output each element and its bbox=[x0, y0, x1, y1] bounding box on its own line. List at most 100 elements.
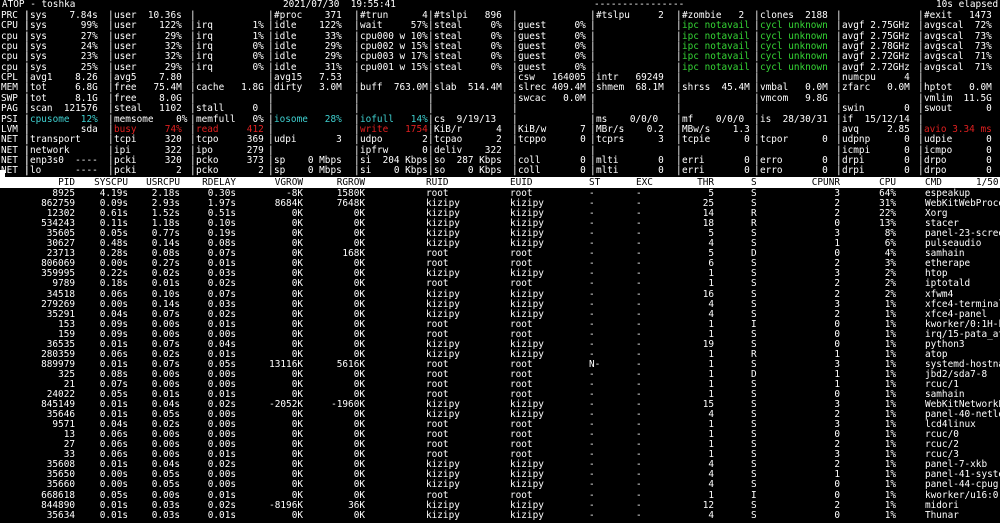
cell-pid: 23713 bbox=[46, 248, 75, 260]
cell-ruid: kizipy bbox=[426, 208, 460, 220]
column-header-cpunr[interactable]: CPUNR bbox=[790, 177, 840, 188]
table-row[interactable]: 9571 0.04s 0.02s 0.00s 0K 0K root root - - 1 S 3 1% lc… bbox=[0, 420, 1000, 430]
column-separator: | bbox=[24, 103, 30, 115]
table-row[interactable]: 24022 0.05s 0.01s 0.01s 0K 0K root root - - 1 S 0 1% s… bbox=[0, 389, 1000, 400]
table-row[interactable]: 33 0.06s 0.00s 0.01s 0K 0K root root - - 1 S 3 1% rcuc… bbox=[0, 449, 1000, 461]
cell-rdelay: 0.00s bbox=[207, 378, 236, 390]
cell-rdelay: 0.19s bbox=[207, 228, 236, 240]
table-row[interactable]: 280359 0.06s 0.02s 0.01s 0K 0K kizipy kizipy - - 1… bbox=[0, 349, 1000, 359]
column-header-s[interactable]: S bbox=[751, 177, 771, 188]
cell-pid: 35650 bbox=[46, 469, 75, 481]
table-row[interactable]: 13 0.06s 0.00s 0.00s 0K 0K root root - - 1 S 0 1% rcuc… bbox=[0, 430, 1000, 440]
table-row[interactable]: 35650 0.00s 0.05s 0.00s 0K 0K kizipy kizipy - - 4 S… bbox=[0, 469, 1000, 481]
cell-syscpu: 0.01s bbox=[99, 499, 128, 511]
cell-rgrow: 5616K bbox=[336, 358, 365, 370]
metric-cell: shmem 68.1M bbox=[596, 82, 664, 94]
column-header-thr[interactable]: THR bbox=[684, 177, 714, 188]
table-row[interactable]: 806069 0.00s 0.27s 0.01s 0K 0K root root - - 6 S 2 3%… bbox=[0, 258, 1000, 270]
cell-s: S bbox=[751, 479, 757, 491]
cell-cpu: 1% bbox=[884, 298, 896, 310]
metric-cell: swcac 0.0M bbox=[518, 92, 586, 104]
cell-syscpu: 0.01s bbox=[99, 409, 128, 421]
table-row[interactable]: 153 0.09s 0.00s 0.01s 0K 0K root root - - 1 I 0 1% kwo… bbox=[0, 318, 1000, 330]
table-row[interactable]: 35608 0.01s 0.04s 0.02s 0K 0K kizipy kizipy - - 4 S… bbox=[0, 459, 1000, 471]
table-row[interactable]: 21 0.07s 0.00s 0.00s 0K 0K root root - - 1 S 1 1% rcuc… bbox=[0, 378, 1000, 390]
cell-vgrow: 0K bbox=[291, 459, 303, 471]
cell-cpunr: 3 bbox=[834, 228, 840, 240]
table-row[interactable]: 359995 0.22s 0.02s 0.03s 0K 0K kizipy kizipy - - 1… bbox=[0, 269, 1000, 279]
metric-cell: buff 763.0M bbox=[360, 82, 428, 94]
cell-ruid: kizipy bbox=[426, 228, 460, 240]
table-row[interactable]: 35605 0.05s 0.77s 0.19s 0K 0K kizipy kizipy - - 5 S… bbox=[0, 228, 1000, 240]
cell-exc: - bbox=[636, 208, 642, 220]
cell-cpu: 2% bbox=[884, 288, 896, 300]
cell-pid: 806069 bbox=[41, 258, 75, 270]
table-row[interactable]: 325 0.08s 0.00s 0.00s 0K 0K root root - - 1 D 1 1% jbd… bbox=[0, 368, 1000, 380]
cell-rgrow: 0K bbox=[353, 389, 365, 400]
table-row[interactable]: 35660 0.00s 0.05s 0.00s 0K 0K kizipy kizipy - - 4 S… bbox=[0, 479, 1000, 491]
column-separator: | bbox=[190, 103, 196, 115]
table-row[interactable]: 27 0.06s 0.00s 0.00s 0K 0K root root - - 1 S 2 1% rcuc… bbox=[0, 439, 1000, 451]
cell-st: - bbox=[589, 238, 595, 250]
column-header-rgrow[interactable]: RGROW bbox=[310, 177, 365, 188]
cell-euid: root bbox=[510, 368, 533, 380]
atop-terminal[interactable]: ATOP - toshka 2021/07/30 19:55:41 ------… bbox=[0, 0, 1000, 523]
column-header-rdelay[interactable]: RDELAY bbox=[186, 177, 236, 188]
table-row[interactable]: 35291 0.04s 0.07s 0.02s 0K 0K kizipy kizipy - - 4 S… bbox=[0, 309, 1000, 319]
cell-euid: kizipy bbox=[510, 228, 544, 240]
cell-thr: 25 bbox=[702, 198, 714, 210]
column-header-euid[interactable]: EUID bbox=[510, 177, 570, 188]
cell-syscpu: 0.06s bbox=[99, 449, 128, 461]
cell-st: - bbox=[589, 208, 595, 220]
table-row[interactable]: 23713 0.28s 0.08s 0.07s 0K 168K root root - - 5 D 0 4… bbox=[0, 248, 1000, 260]
table-row[interactable]: 845149 0.01s 0.04s 0.02s -2052K -1960K kizipy k… bbox=[0, 400, 1000, 410]
table-row[interactable]: 12302 0.61s 1.52s 0.51s 0K 0K kizipy kizipy - - 14… bbox=[0, 208, 1000, 220]
table-row[interactable]: 35646 0.01s 0.05s 0.00s 0K 0K kizipy kizipy - - 4 S… bbox=[0, 409, 1000, 421]
table-row[interactable]: 30627 0.48s 0.14s 0.08s 0K 0K kizipy kizipy - - 4 S… bbox=[0, 238, 1000, 250]
cell-euid: root bbox=[510, 258, 533, 270]
cell-usrcpu: 2.18s bbox=[151, 188, 180, 199]
column-header-ruid[interactable]: RUID bbox=[426, 177, 486, 188]
cell-rgrow: 0K bbox=[353, 278, 365, 290]
cell-st: - bbox=[589, 318, 595, 330]
cell-ruid: kizipy bbox=[426, 218, 460, 230]
column-header-pid[interactable]: PID bbox=[37, 177, 75, 188]
table-row[interactable]: 668618 0.05s 0.00s 0.01s 0K 0K root root - - 1 I 0 1%… bbox=[0, 489, 1000, 501]
cell-ruid: root bbox=[426, 278, 449, 290]
cell-usrcpu: 0.00s bbox=[151, 489, 180, 501]
column-header-syscpu[interactable]: SYSCPU bbox=[78, 177, 128, 188]
table-row[interactable]: 844890 0.01s 0.03s 0.02s -8196K 36K kizipy kizi… bbox=[0, 499, 1000, 511]
table-row[interactable]: 8925 4.19s 2.18s 0.30s -8K 1580K root root - - 5 S 3… bbox=[0, 188, 1000, 199]
cell-cmd: iptotald bbox=[925, 278, 971, 290]
cell-syscpu: 4.19s bbox=[99, 188, 128, 199]
elapsed-time: 10s elapsed bbox=[936, 0, 999, 10]
cell-st: - bbox=[589, 469, 595, 481]
table-row[interactable]: 862759 0.09s 2.93s 1.97s 8684K 7648K kizipy kiz… bbox=[0, 198, 1000, 210]
cell-usrcpu: 0.01s bbox=[151, 278, 180, 290]
cell-rdelay: 0.07s bbox=[207, 248, 236, 260]
table-row[interactable]: 9789 0.18s 0.01s 0.02s 0K 0K root root - - 1 S 2 2% ip… bbox=[0, 278, 1000, 290]
column-header-st[interactable]: ST bbox=[589, 177, 619, 188]
cell-usrcpu: 0.03s bbox=[151, 499, 180, 511]
table-row[interactable]: 35634 0.01s 0.03s 0.01s 0K 0K kizipy kizipy - - 4 S… bbox=[0, 509, 1000, 521]
column-separator: | bbox=[590, 103, 596, 115]
table-row[interactable]: 889979 0.01s 0.07s 0.05s 13116K 5616K root root… bbox=[0, 358, 1000, 370]
cell-syscpu: 0.09s bbox=[99, 318, 128, 330]
table-row[interactable]: 36535 0.01s 0.07s 0.04s 0K 0K kizipy kizipy - - 19… bbox=[0, 339, 1000, 349]
metric-cell: cpu001 w 15% bbox=[360, 61, 428, 73]
column-header-exc[interactable]: EXC bbox=[636, 177, 666, 188]
cell-pid: 8925 bbox=[52, 188, 75, 199]
table-row[interactable]: 159 0.09s 0.00s 0.00s 0K 0K root root - - 1 S 0 1% irq… bbox=[0, 329, 1000, 339]
cell-syscpu: 0.00s bbox=[99, 258, 128, 270]
cell-vgrow: 0K bbox=[291, 439, 303, 451]
table-row[interactable]: 34518 0.06s 0.10s 0.07s 0K 0K kizipy kizipy - - 16… bbox=[0, 288, 1000, 300]
cell-syscpu: 0.01s bbox=[99, 509, 128, 521]
table-row[interactable]: 279269 0.00s 0.14s 0.03s 0K 0K kizipy kizipy - - 4… bbox=[0, 298, 1000, 310]
column-header-vgrow[interactable]: VGROW bbox=[243, 177, 303, 188]
column-header-cpu[interactable]: CPU bbox=[846, 177, 896, 188]
table-row[interactable]: 534243 0.11s 1.18s 0.10s 0K 0K kizipy kizipy - - 1… bbox=[0, 218, 1000, 230]
cell-euid: root bbox=[510, 278, 533, 290]
column-header-usrcpu[interactable]: USRCPU bbox=[130, 177, 180, 188]
cell-euid: kizipy bbox=[510, 499, 544, 511]
cell-pid: 862759 bbox=[41, 198, 75, 210]
